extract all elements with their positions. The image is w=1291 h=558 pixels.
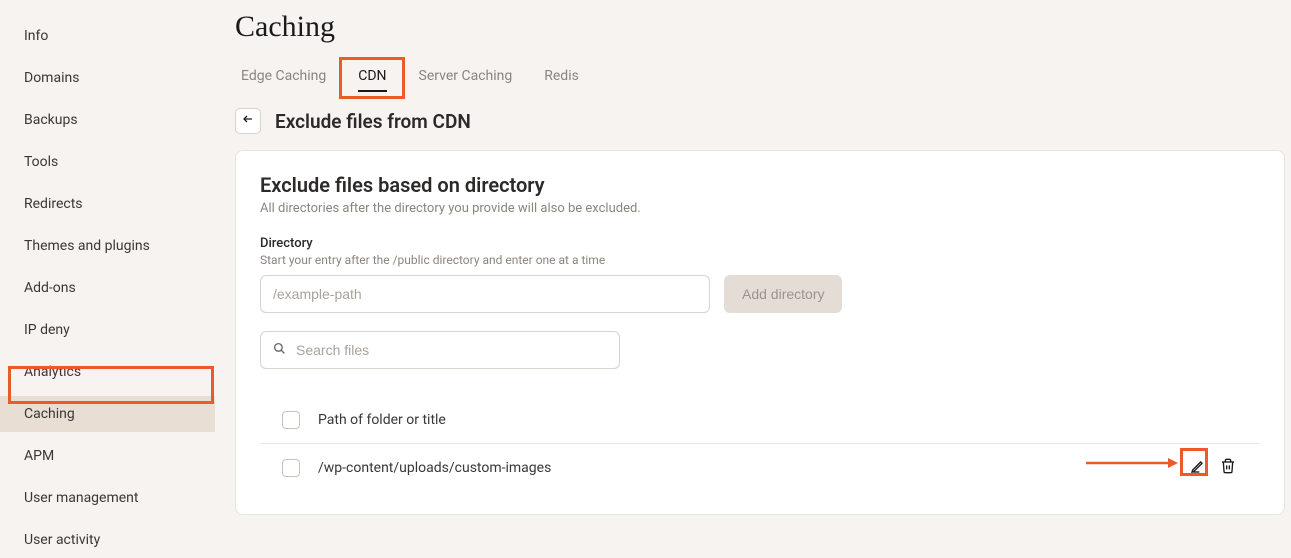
pencil-icon [1190, 458, 1206, 478]
list-header-label: Path of folder or title [318, 412, 446, 428]
subhead: Exclude files from CDN [235, 108, 1285, 134]
directory-input-row: Add directory [260, 275, 1260, 313]
tab-server-caching[interactable]: Server Caching [419, 62, 513, 90]
tab-cdn[interactable]: CDN [358, 62, 386, 90]
sidebar-item-user-activity[interactable]: User activity [0, 522, 215, 558]
directory-label: Directory [260, 236, 1260, 251]
page-title: Caching [235, 10, 1285, 44]
row-actions [1188, 458, 1238, 478]
card-subtitle: All directories after the directory you … [260, 201, 1260, 216]
list-header: Path of folder or title [260, 397, 1260, 444]
subhead-title: Exclude files from CDN [275, 110, 471, 133]
tab-redis[interactable]: Redis [544, 62, 579, 90]
directory-hint: Start your entry after the /public direc… [260, 253, 1260, 267]
tabs: Edge Caching CDN Server Caching Redis [235, 62, 1285, 90]
select-all-checkbox[interactable] [282, 411, 300, 429]
edit-button[interactable] [1188, 458, 1208, 478]
back-button[interactable] [235, 108, 261, 134]
card-title: Exclude files based on directory [260, 173, 1260, 197]
sidebar-item-caching[interactable]: Caching [0, 396, 215, 432]
sidebar-item-user-management[interactable]: User management [0, 480, 215, 516]
sidebar-item-add-ons[interactable]: Add-ons [0, 270, 215, 306]
search-input[interactable] [296, 342, 607, 358]
sidebar-item-info[interactable]: Info [0, 18, 215, 54]
sidebar-item-ip-deny[interactable]: IP deny [0, 312, 215, 348]
main-content: Caching Edge Caching CDN Server Caching … [215, 0, 1291, 520]
trash-icon [1220, 458, 1236, 478]
row-path: /wp-content/uploads/custom-images [318, 460, 551, 476]
sidebar-item-analytics[interactable]: Analytics [0, 354, 215, 390]
arrow-left-icon [242, 113, 254, 129]
sidebar-item-backups[interactable]: Backups [0, 102, 215, 138]
search-icon [273, 342, 286, 359]
sidebar-item-redirects[interactable]: Redirects [0, 186, 215, 222]
search-wrap[interactable] [260, 331, 620, 369]
sidebar: Info Domains Backups Tools Redirects The… [0, 0, 215, 520]
delete-button[interactable] [1218, 458, 1238, 478]
sidebar-item-domains[interactable]: Domains [0, 60, 215, 96]
directory-input[interactable] [260, 275, 710, 313]
tab-edge-caching[interactable]: Edge Caching [241, 62, 326, 90]
exclude-card: Exclude files based on directory All dir… [235, 150, 1285, 515]
sidebar-item-themes-plugins[interactable]: Themes and plugins [0, 228, 215, 264]
sidebar-item-tools[interactable]: Tools [0, 144, 215, 180]
row-checkbox[interactable] [282, 459, 300, 477]
add-directory-button[interactable]: Add directory [724, 275, 842, 313]
sidebar-item-apm[interactable]: APM [0, 438, 215, 474]
list-row: /wp-content/uploads/custom-images [260, 444, 1260, 492]
